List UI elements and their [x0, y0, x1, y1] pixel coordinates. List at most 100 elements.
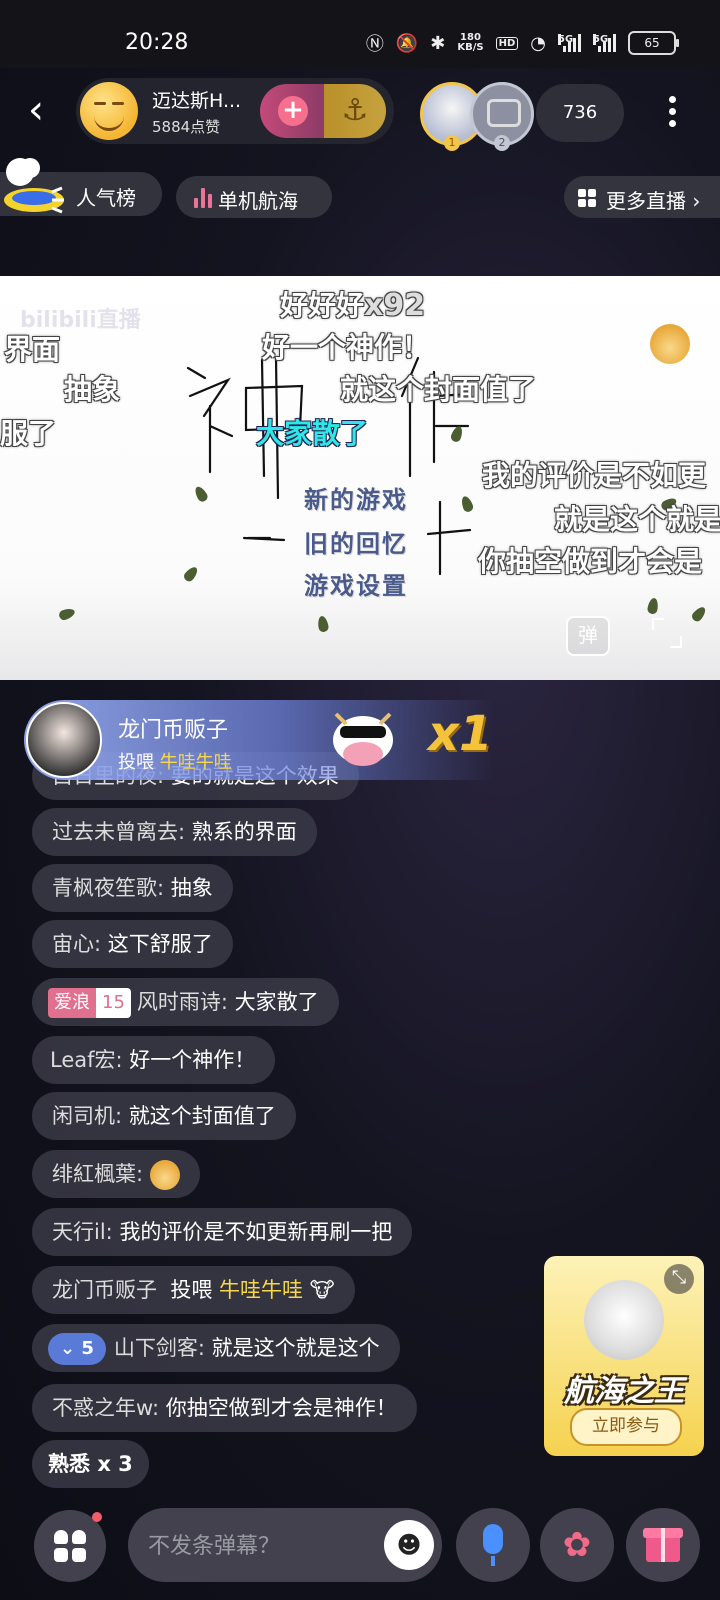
danmaku-toggle-button[interactable]: 弹	[566, 616, 610, 656]
chat-username: 龙门币贩子	[52, 1278, 157, 1302]
fan-medal-name: 爱浪	[48, 988, 96, 1018]
bluetooth-icon: ✱	[430, 32, 446, 54]
fan-medal-badge[interactable]: 爱浪 15	[48, 988, 131, 1018]
danmaku-text: 就这个封面值了	[340, 373, 537, 406]
status-icons: Ⓝ 🔕 ✱ 180 KB/S HD ◔ 5G 5G 65	[365, 30, 679, 56]
gift-banner: 龙门币贩子 投喂 牛哇牛哇 x1	[24, 700, 494, 780]
chat-text: 我的评价是不如更新再刷一把	[119, 1220, 393, 1244]
chat-text: 好一个神作！	[129, 1048, 256, 1072]
status-bar: 20:28 Ⓝ 🔕 ✱ 180 KB/S HD ◔ 5G 5G 65	[0, 0, 720, 68]
popularity-rank-label: 人气榜	[76, 186, 136, 210]
more-features-button[interactable]	[34, 1510, 106, 1582]
gift-action: 投喂 牛哇牛哇	[118, 752, 232, 773]
tv-icon	[487, 99, 521, 127]
chat-message[interactable]: 过去未曾离去: 熟系的界面	[32, 808, 317, 856]
danmaku-count: x92	[364, 288, 426, 323]
chat-username: 天行il:	[52, 1220, 113, 1244]
mascot-icon	[4, 158, 64, 214]
video-player[interactable]: bilibili直播 好好好x92 好一个神作！ 界面 抽象 就这个封面值了 大…	[0, 276, 720, 680]
danmaku-input[interactable]	[146, 1526, 370, 1566]
game-menu-new-game: 新的游戏	[304, 486, 408, 514]
flower-gift-button[interactable]: ✿	[540, 1508, 614, 1582]
viewer-count[interactable]: 736	[536, 84, 624, 142]
chat-text: 你抽空做到才会是神作！	[165, 1396, 397, 1420]
rank-badge-1: 1	[444, 135, 460, 151]
gift-icon	[661, 1528, 665, 1562]
more-live-button[interactable]: 更多直播 ›	[564, 176, 720, 218]
chat-text: x 3	[97, 1452, 133, 1476]
rank-badge-2: 2	[494, 135, 510, 151]
chat-text: 大家散了	[234, 990, 319, 1014]
chat-message[interactable]: 绯紅楓葉:	[32, 1150, 200, 1198]
gift-sender-avatar[interactable]	[26, 702, 102, 778]
danmaku-text: 就是这个就是	[554, 503, 720, 536]
battery-level: 65	[644, 36, 660, 50]
chat-username: 宙心:	[52, 932, 102, 956]
chat-username: 过去未曾离去:	[52, 820, 186, 844]
chat-message[interactable]: Leaf宏: 好一个神作！	[32, 1036, 276, 1084]
chat-text: 就这个封面值了	[128, 1104, 276, 1128]
network-speed: 180 KB/S	[457, 33, 483, 53]
emoji-button[interactable]: ☻	[384, 1520, 434, 1570]
popularity-rank-button[interactable]: 人气榜	[0, 158, 162, 216]
game-category-label: 单机航海	[218, 189, 298, 213]
gift-button[interactable]	[626, 1508, 700, 1582]
danmaku-text: 服了	[0, 417, 57, 450]
signal-icon-2: 5G	[593, 34, 616, 52]
chat-username: Leaf宏:	[50, 1048, 123, 1072]
danmaku-input-bar[interactable]: ☻	[128, 1508, 442, 1582]
danmaku-text: 你抽空做到才会是	[478, 545, 703, 578]
game-category-tag[interactable]: 单机航海	[176, 176, 332, 218]
chat-username: 闲司机:	[52, 1104, 123, 1128]
danmaku-text: 好好好x92	[280, 288, 426, 323]
wifi-icon: ◔	[530, 32, 546, 54]
gift-chat-message[interactable]: 龙门币贩子 投喂 牛哇牛哇 🐮	[32, 1266, 355, 1314]
promo-card[interactable]: ⤡ 航海之王 立即参与	[544, 1256, 704, 1456]
chat-message[interactable]: 青枫夜笙歌: 抽象	[32, 864, 233, 912]
doge-sticker-icon	[650, 324, 690, 364]
chat-username: 青枫夜笙歌:	[52, 876, 165, 900]
danmaku-text: 我的评价是不如更	[482, 459, 707, 492]
chart-bars-icon	[194, 188, 212, 208]
chevron-down-icon: ⌄	[60, 1338, 76, 1359]
nfc-icon: Ⓝ	[365, 34, 384, 55]
host-info[interactable]: 迈达斯H... 5884点赞 + ⚓	[76, 78, 394, 144]
top-viewer-avatar-2[interactable]: 2	[470, 82, 534, 151]
guard-anchor-button[interactable]: ⚓	[324, 84, 386, 138]
network-type-label: 5G	[593, 34, 609, 45]
fullscreen-button[interactable]	[652, 618, 682, 648]
chat-message[interactable]: 不惑之年w: 你抽空做到才会是神作！	[32, 1384, 417, 1432]
follow-button[interactable]: +	[260, 84, 326, 138]
gift-item-name: 牛哇牛哇	[219, 1278, 304, 1302]
anchor-icon: ⚓	[341, 93, 369, 128]
mic-icon	[483, 1524, 503, 1554]
back-button[interactable]: ‹	[28, 90, 58, 130]
network-speed-unit: KB/S	[457, 42, 484, 53]
chat-message[interactable]: 宙心: 这下舒服了	[32, 920, 233, 968]
collapse-icon[interactable]: ⤡	[664, 1264, 694, 1294]
voice-mic-button[interactable]	[456, 1508, 530, 1582]
chat-message[interactable]: 闲司机: 就这个封面值了	[32, 1092, 296, 1140]
danmaku-text: 大家散了	[256, 417, 369, 450]
hd-voice-icon: HD	[495, 36, 519, 50]
chat-username: 风时雨诗:	[136, 990, 228, 1014]
game-menu-settings: 游戏设置	[304, 572, 408, 600]
guard-level-badge[interactable]: ⌄ 5	[48, 1333, 106, 1365]
rose-icon: ✿	[562, 1525, 592, 1565]
more-live-label: 更多直播 ›	[606, 189, 701, 213]
mute-icon: 🔕	[395, 32, 419, 54]
more-options-button[interactable]	[660, 92, 684, 132]
host-avatar[interactable]	[80, 82, 138, 140]
danmaku-text: 抽象	[64, 373, 121, 406]
gift-item-name: 牛哇牛哇	[159, 752, 232, 773]
chat-message[interactable]: 爱浪 15 风时雨诗: 大家散了	[32, 978, 339, 1026]
cow-gift-icon	[333, 712, 393, 766]
chat-message[interactable]: ⌄ 5 山下剑客: 就是这个就是这个	[32, 1324, 400, 1372]
chat-username: 熟悉	[48, 1452, 90, 1476]
chat-message[interactable]: 天行il: 我的评价是不如更新再刷一把	[32, 1208, 413, 1256]
chat-text: 熟系的界面	[191, 820, 297, 844]
chat-combo-message[interactable]: 熟悉 x 3	[32, 1440, 149, 1488]
notification-dot	[92, 1512, 102, 1522]
promo-join-button[interactable]: 立即参与	[570, 1408, 682, 1446]
host-name: 迈达斯H...	[152, 90, 242, 112]
